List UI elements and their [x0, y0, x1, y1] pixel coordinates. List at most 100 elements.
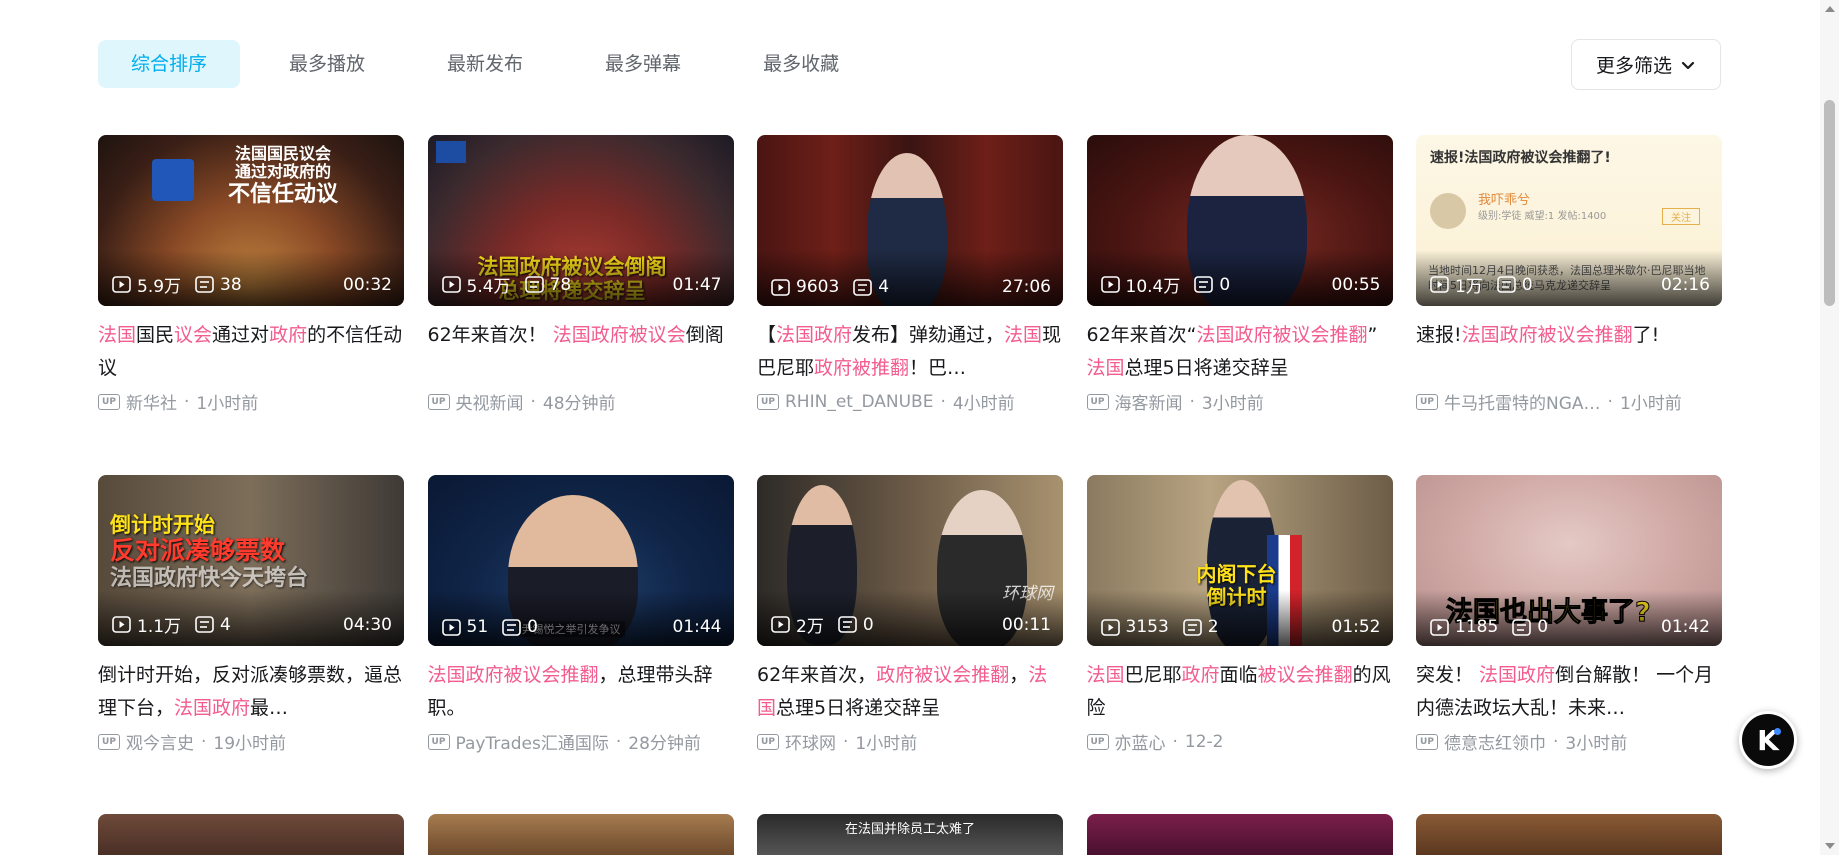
danmaku-count-value: 4 [220, 614, 231, 635]
video-stats: 10.4万 0 00:55 [1100, 272, 1381, 297]
uploader-name[interactable]: 牛马托雷特的NGA… [1444, 389, 1601, 414]
video-thumbnail[interactable]: 倒计时开始 反对派凑够票数 法国政府快今天垮台 1.1万 4 04:30 [98, 475, 404, 646]
thumbnail-caption: 法国国民议会 通过对政府的 不信任动议 [228, 144, 339, 207]
danmaku-count-value: 2 [1207, 617, 1219, 637]
danmaku-count-icon [853, 278, 873, 296]
danmaku-count-value: 0 [1537, 617, 1549, 637]
video-duration: 01:52 [1331, 617, 1381, 637]
video-thumbnail[interactable]: 法国也出大事了? 1185 0 01:42 [1416, 475, 1722, 646]
uploader-name[interactable]: 央视新闻 [456, 389, 524, 414]
play-count: 3153 [1100, 617, 1169, 637]
video-title[interactable]: 法国政府被议会推翻，总理带头辞职。 [428, 659, 734, 725]
video-title[interactable]: 速报!法国政府被议会推翻了! [1416, 319, 1722, 385]
video-title[interactable]: 62年来首次“法国政府被议会推翻” 法国总理5日将递交辞呈 [1087, 319, 1393, 385]
video-thumbnail[interactable]: 内阁下台倒计时 3153 2 01:52 [1086, 475, 1393, 646]
sort-tab-most-played[interactable]: 最多播放 [256, 40, 398, 88]
chevron-down-icon [1681, 61, 1695, 69]
play-count-icon [1430, 276, 1449, 293]
video-thumbnail-partial[interactable] [427, 814, 734, 855]
video-title[interactable]: 法国国民议会通过对政府的不信任动议 [98, 319, 404, 385]
video-grid: 法国国民议会 通过对政府的 不信任动议 5.9万 38 00:32 法国国民议会通过… [98, 135, 1722, 815]
video-card: 法国也出大事了? 1185 0 01:42 突发！ 法国政府倒台解散！ 一个月内… [1416, 475, 1722, 815]
search-results-page: 综合排序 最多播放 最新发布 最多弹幕 最多收藏 更多筛选 法国国民议会 通过对政… [0, 0, 1820, 855]
sort-tab-comprehensive[interactable]: 综合排序 [98, 40, 241, 88]
video-title[interactable]: 62年来首次，政府被议会推翻，法国总理5日将递交辞呈 [757, 659, 1063, 725]
video-thumbnail-partial[interactable] [1416, 814, 1722, 855]
video-thumbnail[interactable]: 环球网 2万 0 00:11 [757, 475, 1063, 646]
video-row-partial: 在法国并除员工太难了 [98, 814, 1722, 855]
video-stats: 5.4万 78 01:47 [441, 272, 722, 297]
scrollbar[interactable] [1820, 0, 1839, 855]
video-title[interactable]: 法国巴尼耶政府面临被议会推翻的风险 [1087, 659, 1393, 725]
video-meta: UP 新华社 · 1小时前 [98, 389, 404, 414]
sort-tab-newest[interactable]: 最新发布 [414, 40, 556, 88]
separator-dot: · [530, 391, 536, 412]
floating-assistant-button[interactable]: K [1739, 711, 1797, 769]
uploader-name[interactable]: RHIN_et_DANUBE [785, 392, 933, 412]
video-duration: 00:55 [1331, 274, 1381, 295]
video-thumbnail-partial[interactable]: 在法国并除员工太难了 [757, 814, 1063, 855]
sort-tab-most-favorited[interactable]: 最多收藏 [730, 40, 872, 88]
danmaku-count-value: 78 [549, 274, 572, 295]
sort-bar: 综合排序 最多播放 最新发布 最多弹幕 最多收藏 [98, 40, 888, 88]
uploader-name[interactable]: 德意志红领巾 [1444, 729, 1546, 754]
publish-time: 12-2 [1184, 731, 1224, 752]
more-filter-button[interactable]: 更多筛选 [1571, 39, 1721, 90]
video-thumbnail-partial[interactable] [1086, 814, 1393, 855]
separator-dot: · [1553, 731, 1559, 752]
play-count-value: 51 [466, 617, 489, 637]
uploader-name[interactable]: 观今言史 [126, 729, 194, 754]
danmaku-count: 4 [853, 277, 889, 297]
video-meta: UP PayTrades汇通国际 · 28分钟前 [427, 729, 734, 754]
scroll-up-arrow-icon[interactable] [1825, 6, 1835, 12]
sort-tab-most-danmaku[interactable]: 最多弹幕 [572, 40, 714, 88]
video-thumbnail[interactable]: 法国政府被议会倒阁总理将递交辞呈 5.4万 78 01:47 [427, 135, 734, 306]
scrollbar-thumb[interactable] [1824, 100, 1835, 306]
video-stats: 1.1万 4 04:30 [112, 612, 392, 637]
uploader-icon: UP [427, 733, 450, 750]
play-count-icon [441, 276, 461, 293]
uploader-name[interactable]: 新华社 [126, 389, 177, 414]
video-card: 倒计时开始 反对派凑够票数 法国政府快今天垮台 1.1万 4 04:30 倒计时开始… [98, 475, 404, 815]
video-duration: 02:16 [1661, 274, 1710, 295]
video-card: 法国政府被议会倒阁总理将递交辞呈 5.4万 78 01:47 62年来首次！ 法… [427, 135, 734, 475]
video-duration: 27:06 [1002, 277, 1051, 297]
notification-dot [1774, 728, 1781, 735]
play-count-value: 10.4万 [1125, 277, 1181, 297]
video-thumbnail[interactable]: 法国国民议会 通过对政府的 不信任动议 5.9万 38 00:32 [98, 135, 404, 306]
video-title[interactable]: 突发！ 法国政府倒台解散！ 一个月内德法政坛大乱！未来… [1416, 659, 1722, 725]
uploader-name[interactable]: 海客新闻 [1115, 389, 1183, 414]
video-thumbnail[interactable]: 尹锡悦之举引发争议 51 0 01:44 [427, 475, 734, 646]
video-thumbnail[interactable]: 9603 4 27:06 [757, 135, 1063, 306]
danmaku-count-value: 0 [527, 617, 538, 637]
video-title[interactable]: 【法国政府发布】弹劾通过，法国现巴尼耶政府被推翻！巴… [757, 319, 1063, 385]
video-title[interactable]: 62年来首次！ 法国政府被议会倒阁 [428, 319, 734, 385]
publish-time: 1小时前 [196, 394, 259, 414]
video-duration: 01:44 [672, 617, 722, 637]
danmaku-count-icon [524, 276, 544, 293]
scroll-down-arrow-icon[interactable] [1825, 843, 1835, 849]
danmaku-count-icon [1497, 276, 1516, 293]
video-stats: 1万 0 02:16 [1430, 272, 1710, 297]
video-thumbnail[interactable]: 10.4万 0 00:55 [1086, 135, 1393, 306]
video-thumbnail[interactable]: 速报!法国政府被议会推翻了! 我吓乖兮 级别:学徒 威望:1 发帖:1400 关… [1416, 135, 1722, 306]
uploader-name[interactable]: PayTrades汇通国际 [456, 729, 609, 754]
publish-time: 1小时前 [1619, 394, 1682, 414]
uploader-name[interactable]: 环球网 [785, 729, 836, 754]
video-duration: 00:32 [343, 274, 392, 295]
play-count: 1万 [1430, 272, 1483, 297]
uploader-icon: UP [1416, 393, 1438, 410]
separator-dot: · [1607, 391, 1613, 412]
video-stats: 3153 2 01:52 [1100, 617, 1381, 637]
uploader-name[interactable]: 亦蓝心 [1115, 729, 1166, 754]
video-meta: UP 亦蓝心 · 12-2 [1086, 729, 1393, 754]
video-thumbnail-partial[interactable] [98, 814, 404, 855]
video-title[interactable]: 倒计时开始，反对派凑够票数，逼总理下台，法国政府最… [98, 659, 404, 725]
danmaku-count-icon [1182, 618, 1202, 636]
danmaku-count-icon [838, 616, 857, 633]
video-stats: 9603 4 27:06 [771, 277, 1051, 297]
video-meta: UP 环球网 · 1小时前 [757, 729, 1063, 754]
separator-dot: · [1189, 391, 1195, 412]
video-meta: UP RHIN_et_DANUBE · 4小时前 [757, 389, 1063, 414]
video-stats: 51 0 01:44 [441, 617, 722, 637]
